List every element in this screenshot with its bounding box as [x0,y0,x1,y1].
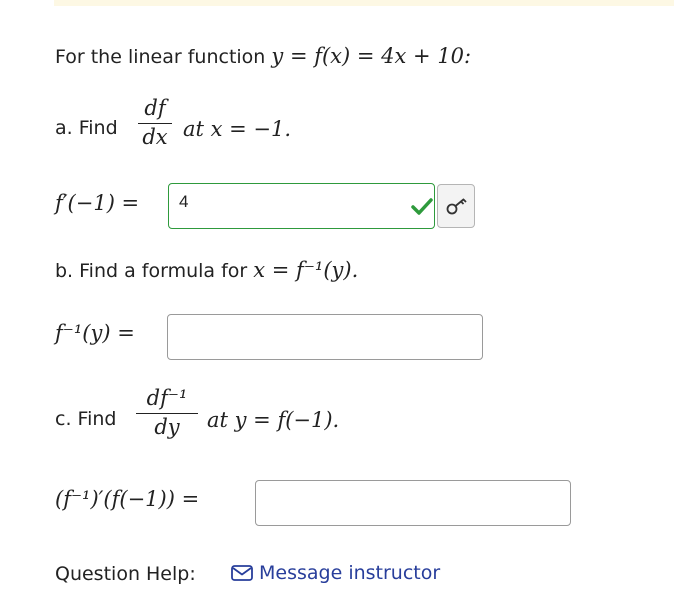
fraction-bar [136,413,198,414]
message-instructor-link[interactable]: Message instructor [231,562,440,584]
part-a-answer-input[interactable]: 4 [168,183,435,229]
part-c-frac-num: df⁻¹ [146,386,188,410]
part-c-frac-den: dy [154,415,180,439]
checkmark-icon [411,198,433,215]
part-c-answer-label: (f⁻¹)′(f(−1)) = [55,487,199,511]
message-instructor-text[interactable]: Message instructor [259,562,440,584]
part-c-answer-label-text: (f⁻¹)′(f(−1)) = [55,487,200,511]
part-a-frac-den: dx [142,125,168,149]
part-b-prompt-prefix: b. Find a formula for [55,260,248,282]
part-b-answer-label: f⁻¹(y) = [55,321,135,345]
intro-formula: y = f(x) = 4x + 10: [271,44,472,68]
part-b-prompt: b. Find a formula for x = f⁻¹(y). [55,258,358,282]
part-b-answer-label-text: f⁻¹(y) = [55,321,135,345]
part-a-answer-label: f′(−1) = [55,191,139,215]
fraction-bar [138,123,172,124]
key-icon [446,198,467,215]
part-a-frac-num: df [144,96,166,120]
part-a-label: a. Find [55,117,118,139]
top-banner-strip [54,0,674,6]
question-help-label: Question Help: [55,563,196,585]
part-a-fraction: df dx [138,96,172,149]
part-a-suffix-text: at x = −1. [183,117,292,141]
part-b-answer-input[interactable] [167,314,483,360]
part-a-suffix: at x = −1. [183,117,291,141]
part-b-prompt-math: x = f⁻¹(y). [253,258,359,282]
part-a-answer-label-text: f′(−1) = [55,191,140,215]
part-c-suffix: at y = f(−1). [207,408,339,432]
question-intro: For the linear function y = f(x) = 4x + … [55,44,471,68]
intro-prefix: For the linear function [55,46,266,68]
envelope-icon [231,565,253,581]
part-c-answer-input[interactable] [255,480,571,526]
part-c-label: c. Find [55,408,117,430]
part-c-suffix-text: at y = f(−1). [207,408,340,432]
keypad-button[interactable] [437,184,475,228]
part-c-fraction: df⁻¹ dy [136,386,198,439]
